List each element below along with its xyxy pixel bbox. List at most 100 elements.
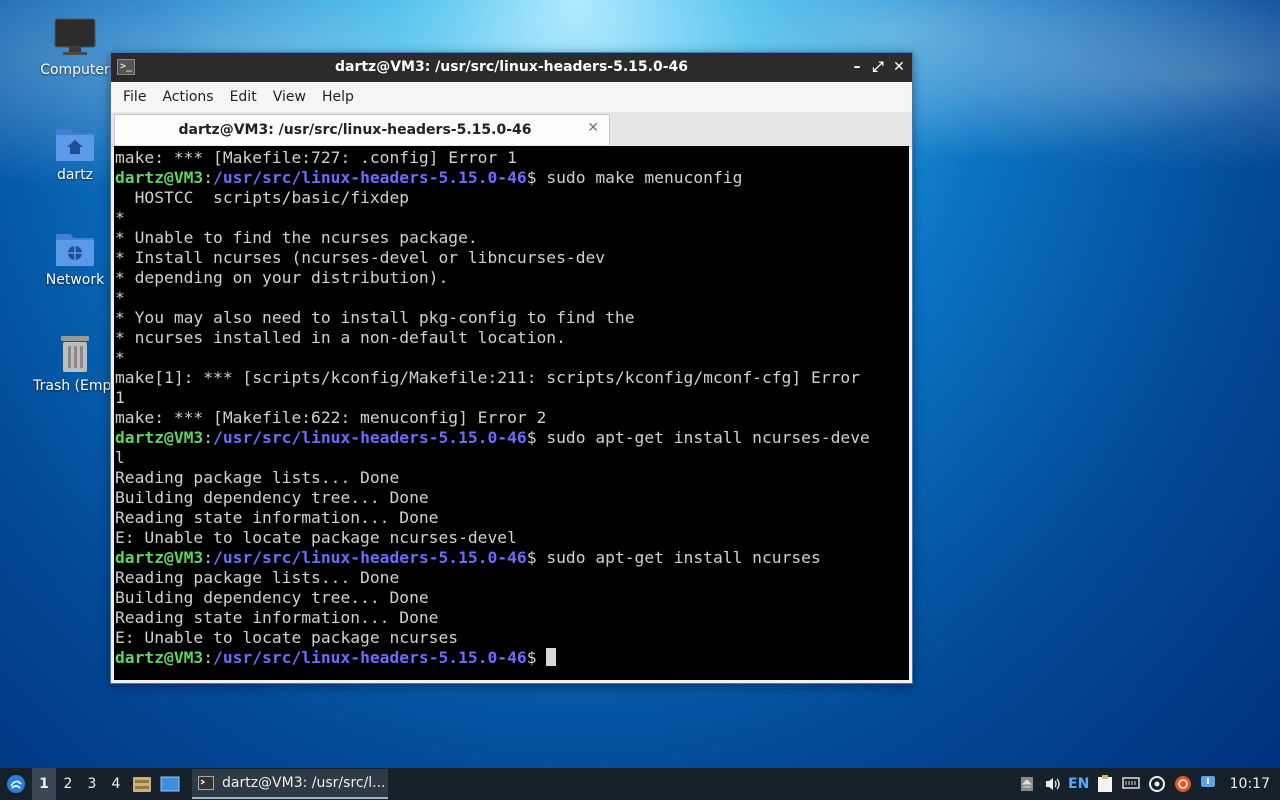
desktop-icon-home[interactable]: dartz — [27, 123, 123, 183]
info-bubble-icon — [1200, 776, 1215, 787]
lubuntu-logo-icon — [7, 775, 25, 793]
taskbar-window-button[interactable]: dartz@VM3: /usr/src/l... — [192, 769, 388, 799]
terminal-line: 1 — [115, 388, 125, 407]
file-manager-launcher[interactable] — [128, 768, 156, 800]
terminal-line: * — [115, 288, 125, 307]
taskbar-window-label: dartz@VM3: /usr/src/l... — [222, 775, 386, 791]
menu-file[interactable]: File — [115, 89, 154, 105]
window-title: dartz@VM3: /usr/src/linux-headers-5.15.0… — [334, 59, 688, 75]
menu-edit[interactable]: Edit — [222, 89, 265, 105]
clock[interactable]: 10:17 — [1222, 776, 1280, 792]
home-folder-icon — [56, 129, 94, 161]
terminal-line: * — [115, 208, 125, 227]
taskbar: 1 2 3 4 dartz@VM3: /usr/src/l... EN 10:1… — [0, 768, 1280, 800]
menu-help[interactable]: Help — [314, 89, 362, 105]
desktop-icon-label: Trash (Empt — [33, 378, 117, 394]
terminal-line: make[1]: *** [scripts/kconfig/Makefile:2… — [115, 368, 860, 387]
desktop-icon-label: Computer — [40, 62, 110, 78]
terminal-line: * depending on your distribution). — [115, 268, 449, 287]
command-text: sudo apt-get install ncurses-deve — [546, 428, 870, 447]
prompt-user: dartz@VM3 — [115, 428, 204, 447]
desktop-switch-2[interactable]: 2 — [56, 768, 80, 800]
terminal-line: make: *** [Makefile:727: .config] Error … — [115, 148, 517, 167]
desktop-switch-3[interactable]: 3 — [80, 768, 104, 800]
ubuntu-updater-icon — [1174, 776, 1191, 792]
terminal-line: Reading package lists... Done — [115, 568, 400, 587]
prompt-user: dartz@VM3 — [115, 648, 204, 667]
prompt-user: dartz@VM3 — [115, 168, 204, 187]
prompt-suffix: $ — [526, 168, 547, 187]
network-tray[interactable] — [1118, 768, 1144, 800]
prompt-suffix: $ — [526, 548, 547, 567]
trash-icon — [61, 336, 89, 372]
desktop-icon-network[interactable]: Network — [27, 228, 123, 288]
prompt-path: /usr/src/linux-headers-5.15.0-46 — [213, 428, 527, 447]
tab-bar: dartz@VM3: /usr/src/linux-headers-5.15.0… — [111, 112, 912, 147]
prompt-separator: : — [203, 428, 214, 447]
terminal-line: * — [115, 348, 125, 367]
terminal-line: E: Unable to locate package ncurses — [115, 628, 459, 647]
desktop-switch-1[interactable]: 1 — [32, 768, 56, 800]
network-folder-icon — [56, 234, 94, 266]
terminal-line: dartz@VM3:/usr/src/linux-headers-5.15.0-… — [115, 428, 909, 448]
terminal-line: make: *** [Makefile:622: menuconfig] Err… — [115, 408, 547, 427]
software-updater-tray[interactable] — [1170, 768, 1196, 800]
terminal-line: Building dependency tree... Done — [115, 488, 429, 507]
keyboard-layout-indicator[interactable]: EN — [1066, 768, 1092, 800]
tab-label: dartz@VM3: /usr/src/linux-headers-5.15.0… — [178, 122, 532, 138]
start-menu-button[interactable] — [0, 768, 32, 800]
prompt-separator: : — [203, 648, 214, 667]
close-button[interactable]: ✕ — [889, 57, 909, 77]
terminal-line: * ncurses installed in a non-default loc… — [115, 328, 566, 347]
prompt-path: /usr/src/linux-headers-5.15.0-46 — [213, 648, 527, 667]
terminal-output[interactable]: make: *** [Makefile:727: .config] Error … — [114, 146, 909, 680]
prompt-path: /usr/src/linux-headers-5.15.0-46 — [213, 548, 527, 567]
prompt-suffix: $ — [526, 648, 547, 667]
volume-tray[interactable] — [1040, 768, 1066, 800]
terminal-line: dartz@VM3:/usr/src/linux-headers-5.15.0-… — [115, 168, 909, 188]
menu-view[interactable]: View — [265, 89, 314, 105]
terminal-line: dartz@VM3:/usr/src/linux-headers-5.15.0-… — [115, 548, 909, 568]
menu-actions[interactable]: Actions — [154, 89, 221, 105]
show-desktop-button[interactable] — [156, 768, 184, 800]
computer-icon — [54, 18, 96, 55]
desktop-icon-label: Network — [45, 272, 105, 288]
prompt-suffix: $ — [526, 428, 547, 447]
terminal-line: Reading state information... Done — [115, 608, 439, 627]
terminal-line: l — [115, 448, 125, 467]
desktop-icon-trash[interactable]: Trash (Empt — [27, 332, 123, 394]
terminal-line: dartz@VM3:/usr/src/linux-headers-5.15.0-… — [115, 648, 909, 668]
terminal-line: Building dependency tree... Done — [115, 588, 429, 607]
sync-icon — [1148, 776, 1165, 792]
prompt-separator: : — [203, 548, 214, 567]
prompt-separator: : — [203, 168, 214, 187]
system-tray: EN 10:17 — [1014, 768, 1280, 800]
terminal-line: * Install ncurses (ncurses-devel or libn… — [115, 248, 606, 267]
network-wired-icon — [1121, 777, 1140, 789]
show-desktop-icon — [160, 776, 180, 792]
desktop-icon-label: dartz — [56, 167, 94, 183]
tab-close-icon[interactable]: ✕ — [587, 120, 599, 136]
update-tray[interactable] — [1144, 768, 1170, 800]
terminal-line: HOSTCC scripts/basic/fixdep — [115, 188, 410, 207]
terminal-icon — [198, 776, 214, 790]
minimize-button[interactable]: – — [847, 57, 867, 77]
volume-icon — [1045, 778, 1060, 790]
terminal-line: E: Unable to locate package ncurses-deve… — [115, 528, 517, 547]
notification-tray[interactable] — [1196, 768, 1222, 800]
desktop-icon-computer[interactable]: Computer — [27, 18, 123, 78]
desktop-switch-4[interactable]: 4 — [104, 768, 128, 800]
terminal-line: Reading state information... Done — [115, 508, 439, 527]
eject-icon — [1020, 777, 1033, 791]
tab-terminal[interactable]: dartz@VM3: /usr/src/linux-headers-5.15.0… — [114, 114, 610, 145]
notes-tray[interactable] — [1092, 768, 1118, 800]
terminal-line: Reading package lists... Done — [115, 468, 400, 487]
command-text: sudo apt-get install ncurses — [546, 548, 821, 567]
command-text: sudo make menuconfig — [546, 168, 743, 187]
window-titlebar[interactable]: >_ dartz@VM3: /usr/src/linux-headers-5.1… — [111, 53, 912, 82]
terminal-window: >_ dartz@VM3: /usr/src/linux-headers-5.1… — [110, 52, 913, 684]
clipboard-tray[interactable] — [1014, 768, 1040, 800]
maximize-button[interactable]: ⤢ — [868, 57, 888, 77]
terminal-cursor — [546, 648, 557, 666]
clipboard-icon — [1097, 775, 1112, 792]
